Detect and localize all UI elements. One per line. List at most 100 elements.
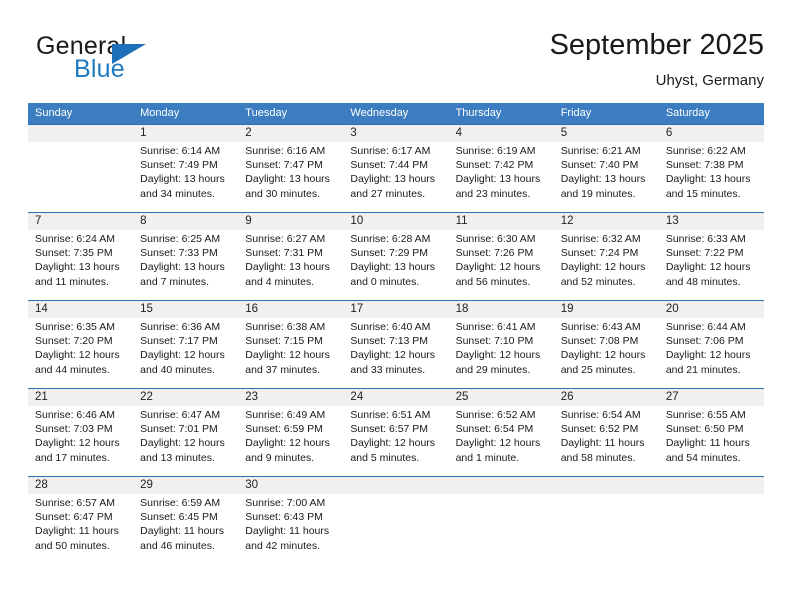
day-number [456, 477, 550, 494]
daylight-text-line1: Daylight: 12 hours [140, 349, 225, 362]
day-cell[interactable] [659, 477, 764, 565]
daylight-text-line1: Daylight: 12 hours [245, 349, 330, 362]
day-cell[interactable]: 11 Sunrise: 6:30 AM Sunset: 7:26 PM Dayl… [449, 213, 554, 301]
day-cell[interactable]: 16 Sunrise: 6:38 AM Sunset: 7:15 PM Dayl… [238, 301, 343, 389]
sunrise-text: Sunrise: 6:30 AM [455, 233, 536, 245]
daylight-text-line1: Daylight: 13 hours [35, 261, 120, 274]
day-cell[interactable]: 13 Sunrise: 6:33 AM Sunset: 7:22 PM Dayl… [659, 213, 764, 301]
sunset-text: Sunset: 7:03 PM [35, 423, 113, 436]
sunset-text: Sunset: 7:10 PM [455, 335, 534, 348]
daylight-text-line2: and 46 minutes. [140, 539, 215, 552]
sunrise-text: Sunrise: 6:27 AM [245, 233, 326, 245]
day-cell[interactable]: 30 Sunrise: 7:00 AM Sunset: 6:43 PM Dayl… [238, 477, 343, 565]
day-cell[interactable]: 3 Sunrise: 6:17 AM Sunset: 7:44 PM Dayli… [343, 125, 448, 213]
sunset-text: Sunset: 6:57 PM [350, 423, 429, 436]
daylight-text-line1: Daylight: 12 hours [350, 437, 436, 450]
day-cell[interactable]: 21 Sunrise: 6:46 AM Sunset: 7:03 PM Dayl… [28, 389, 133, 477]
day-cell[interactable]: 18 Sunrise: 6:41 AM Sunset: 7:10 PM Dayl… [449, 301, 554, 389]
day-number: 7 [35, 215, 42, 227]
sunrise-text: Sunrise: 6:57 AM [35, 497, 115, 509]
day-number: 25 [455, 391, 469, 403]
day-number: 29 [140, 479, 153, 491]
daylight-text-line1: Daylight: 12 hours [245, 437, 330, 450]
generalblue-logo[interactable]: General Blue [36, 32, 256, 92]
sunrise-text: Sunrise: 6:14 AM [140, 145, 221, 157]
day-cell[interactable] [28, 125, 133, 213]
day-cell[interactable]: 8 Sunrise: 6:25 AM Sunset: 7:33 PM Dayli… [133, 213, 238, 301]
day-cell[interactable] [449, 477, 554, 565]
sunrise-text: Sunrise: 6:38 AM [245, 321, 326, 333]
daylight-text-line2: and 58 minutes. [560, 451, 636, 464]
day-cell[interactable]: 7 Sunrise: 6:24 AM Sunset: 7:35 PM Dayli… [28, 213, 133, 301]
sunset-text: Sunset: 7:01 PM [140, 423, 218, 436]
day-details: Sunrise: 6:33 AM Sunset: 7:22 PM Dayligh… [666, 232, 760, 289]
daylight-text-line2: and 19 minutes. [560, 187, 636, 200]
calendar-grid: Sunday Monday Tuesday Wednesday Thursday… [28, 103, 764, 564]
daylight-text-line2: and 44 minutes. [35, 363, 110, 376]
day-cell[interactable]: 9 Sunrise: 6:27 AM Sunset: 7:31 PM Dayli… [238, 213, 343, 301]
sunrise-text: Sunrise: 6:22 AM [665, 145, 746, 157]
sunrise-text: Sunrise: 6:17 AM [350, 145, 431, 157]
sunset-text: Sunset: 6:54 PM [455, 423, 534, 436]
day-cell[interactable]: 4 Sunrise: 6:19 AM Sunset: 7:42 PM Dayli… [449, 125, 554, 213]
sunrise-text: Sunrise: 6:43 AM [560, 321, 641, 333]
daylight-text-line1: Daylight: 13 hours [350, 261, 436, 274]
day-cell[interactable]: 25 Sunrise: 6:52 AM Sunset: 6:54 PM Dayl… [449, 389, 554, 477]
day-cell[interactable]: 5 Sunrise: 6:21 AM Sunset: 7:40 PM Dayli… [554, 125, 659, 213]
sunrise-text: Sunrise: 7:00 AM [245, 497, 326, 509]
day-details: Sunrise: 6:32 AM Sunset: 7:24 PM Dayligh… [561, 232, 655, 289]
day-number: 16 [245, 303, 259, 315]
week-row: 28 Sunrise: 6:57 AM Sunset: 6:47 PM Dayl… [28, 476, 764, 564]
day-cell[interactable]: 22 Sunrise: 6:47 AM Sunset: 7:01 PM Dayl… [133, 389, 238, 477]
daylight-text-line2: and 21 minutes. [665, 363, 741, 376]
day-cell[interactable] [343, 477, 448, 565]
day-cell[interactable]: 6 Sunrise: 6:22 AM Sunset: 7:38 PM Dayli… [659, 125, 764, 213]
daylight-text-line1: Daylight: 11 hours [245, 525, 330, 538]
sunrise-text: Sunrise: 6:33 AM [665, 233, 746, 245]
daylight-text-line1: Daylight: 12 hours [350, 349, 436, 362]
day-number: 15 [140, 303, 153, 315]
day-details: Sunrise: 6:36 AM Sunset: 7:17 PM Dayligh… [140, 320, 234, 377]
day-cell[interactable]: 10 Sunrise: 6:28 AM Sunset: 7:29 PM Dayl… [343, 213, 448, 301]
day-cell[interactable]: 19 Sunrise: 6:43 AM Sunset: 7:08 PM Dayl… [554, 301, 659, 389]
daylight-text-line1: Daylight: 11 hours [665, 437, 750, 450]
title-block: September 2025 Uhyst, Germany [550, 28, 764, 91]
day-number: 4 [455, 127, 462, 139]
sunset-text: Sunset: 7:06 PM [665, 335, 744, 348]
day-cell[interactable]: 27 Sunrise: 6:55 AM Sunset: 6:50 PM Dayl… [659, 389, 764, 477]
daylight-text-line2: and 33 minutes. [350, 363, 426, 376]
daylight-text-line1: Daylight: 12 hours [455, 437, 541, 450]
day-cell[interactable] [554, 477, 659, 565]
sunset-text: Sunset: 7:49 PM [140, 159, 218, 172]
day-cell[interactable]: 1 Sunrise: 6:14 AM Sunset: 7:49 PM Dayli… [133, 125, 238, 213]
day-cell[interactable]: 28 Sunrise: 6:57 AM Sunset: 6:47 PM Dayl… [28, 477, 133, 565]
day-number [35, 125, 129, 142]
weekday-saturday: Saturday [665, 107, 710, 119]
day-details: Sunrise: 6:14 AM Sunset: 7:49 PM Dayligh… [140, 144, 234, 201]
day-details: Sunrise: 6:54 AM Sunset: 6:52 PM Dayligh… [561, 408, 655, 465]
daylight-text-line2: and 0 minutes. [350, 275, 420, 288]
day-cell[interactable]: 14 Sunrise: 6:35 AM Sunset: 7:20 PM Dayl… [28, 301, 133, 389]
daylight-text-line2: and 5 minutes. [350, 451, 420, 464]
daylight-text-line1: Daylight: 13 hours [245, 173, 330, 186]
day-cell[interactable]: 26 Sunrise: 6:54 AM Sunset: 6:52 PM Dayl… [554, 389, 659, 477]
week-days: 14 Sunrise: 6:35 AM Sunset: 7:20 PM Dayl… [28, 301, 764, 389]
day-number: 14 [35, 303, 48, 315]
week-days: 7 Sunrise: 6:24 AM Sunset: 7:35 PM Dayli… [28, 213, 764, 301]
sunrise-text: Sunrise: 6:21 AM [560, 145, 641, 157]
day-details: Sunrise: 6:40 AM Sunset: 7:13 PM Dayligh… [350, 320, 444, 377]
day-cell[interactable]: 20 Sunrise: 6:44 AM Sunset: 7:06 PM Dayl… [659, 301, 764, 389]
daylight-text-line2: and 52 minutes. [560, 275, 636, 288]
daylight-text-line1: Daylight: 11 hours [35, 525, 119, 538]
daylight-text-line2: and 48 minutes. [665, 275, 741, 288]
day-cell[interactable]: 24 Sunrise: 6:51 AM Sunset: 6:57 PM Dayl… [343, 389, 448, 477]
day-cell[interactable]: 12 Sunrise: 6:32 AM Sunset: 7:24 PM Dayl… [554, 213, 659, 301]
day-cell[interactable]: 2 Sunrise: 6:16 AM Sunset: 7:47 PM Dayli… [238, 125, 343, 213]
day-cell[interactable]: 17 Sunrise: 6:40 AM Sunset: 7:13 PM Dayl… [343, 301, 448, 389]
day-details: Sunrise: 6:41 AM Sunset: 7:10 PM Dayligh… [456, 320, 550, 377]
day-cell[interactable]: 23 Sunrise: 6:49 AM Sunset: 6:59 PM Dayl… [238, 389, 343, 477]
logo-text-blue: Blue [74, 55, 125, 83]
day-cell[interactable]: 15 Sunrise: 6:36 AM Sunset: 7:17 PM Dayl… [133, 301, 238, 389]
day-cell[interactable]: 29 Sunrise: 6:59 AM Sunset: 6:45 PM Dayl… [133, 477, 238, 565]
sunrise-text: Sunrise: 6:24 AM [35, 233, 115, 245]
